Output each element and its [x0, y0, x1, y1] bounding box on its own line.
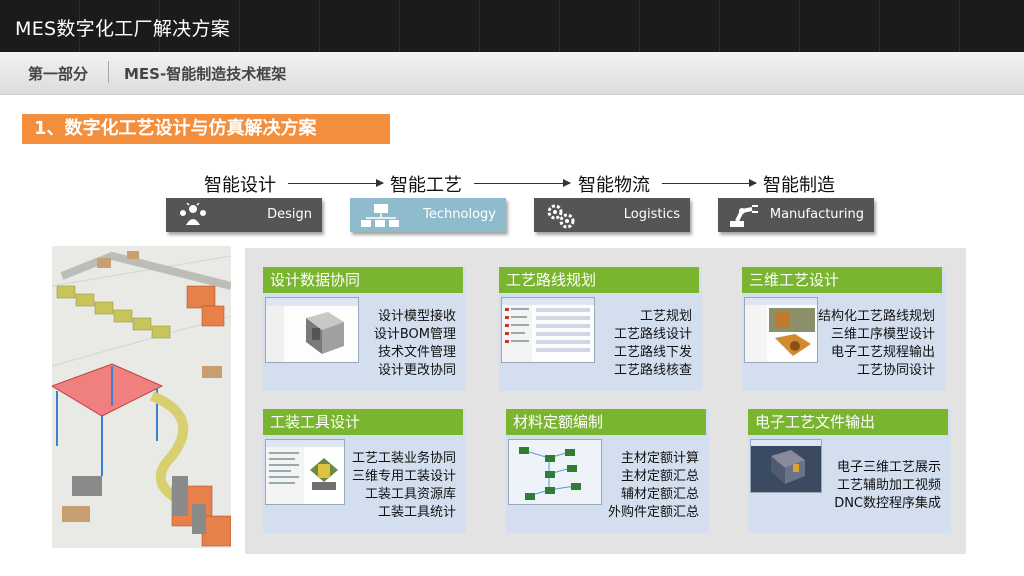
list-item: 工装工具资源库 — [364, 487, 456, 502]
list-item: 三维专用工装设计 — [351, 469, 456, 484]
electronic-doc-screenshot — [750, 439, 822, 493]
flow-step-technology-label: 智能工艺 — [390, 175, 462, 196]
app-title: MES数字化工厂解决方案 — [15, 18, 231, 40]
list-item: 工艺规划 — [639, 309, 692, 324]
list-item: 设计模型接收 — [377, 309, 456, 324]
list-item: 三维工序模型设计 — [830, 327, 935, 342]
list-item: 工艺路线核查 — [613, 363, 692, 378]
list-item: 主材定额汇总 — [620, 469, 699, 484]
list-item: 外购件定额汇总 — [607, 505, 699, 520]
card-items: 工艺工装业务协同 三维专用工装设计 工装工具资源库 工装工具统计 — [352, 450, 456, 522]
list-item: 电子三维工艺展示 — [836, 460, 941, 475]
manufacturing-box: Manufacturing — [718, 198, 874, 232]
card-items: 工艺规划 工艺路线设计 工艺路线下发 工艺路线核查 — [614, 308, 692, 380]
material-quota-screenshot — [508, 439, 602, 505]
process-route-screenshot — [501, 297, 595, 363]
card-material-quota: 材料定额编制 主材定额计算 主材定额汇总 辅材定额汇总 外购件定额汇总 — [506, 409, 709, 533]
list-item: 结构化工艺路线规划 — [817, 309, 935, 324]
card-items: 主材定额计算 主材定额汇总 辅材定额汇总 外购件定额汇总 — [608, 450, 699, 522]
card-electronic-doc-output: 电子工艺文件输出 电子三维工艺展示 工艺辅助加工视频 DNC数控程序集成 — [748, 409, 951, 533]
breadcrumb-divider — [108, 61, 109, 83]
card-process-route-planning: 工艺路线规划 工艺规划 工艺路线设计 工艺路线下发 工艺路线核查 — [499, 267, 702, 391]
list-item: 电子工艺规程输出 — [830, 345, 935, 360]
logistics-box-label: Logistics — [623, 207, 680, 222]
card-title: 三维工艺设计 — [742, 267, 942, 293]
card-title: 工艺路线规划 — [499, 267, 699, 293]
flow-step-logistics-label: 智能物流 — [578, 175, 650, 196]
list-item: 技术文件管理 — [377, 345, 456, 360]
part-subtitle: MES-智能制造技术框架 — [124, 65, 287, 83]
flow-arrow-1 — [288, 179, 384, 187]
design-box: Design — [166, 198, 322, 232]
flow-step-design-label: 智能设计 — [204, 175, 276, 196]
list-item: 工艺辅助加工视频 — [836, 478, 941, 493]
card-items: 设计模型接收 设计BOM管理 技术文件管理 设计更改协同 — [374, 308, 456, 380]
list-item: 工艺路线下发 — [613, 345, 692, 360]
card-items: 结构化工艺路线规划 三维工序模型设计 电子工艺规程输出 工艺协同设计 — [818, 308, 935, 380]
list-item: 设计BOM管理 — [373, 327, 456, 342]
top-bar: MES数字化工厂解决方案 — [0, 0, 1024, 52]
list-item: DNC数控程序集成 — [834, 496, 941, 511]
card-tooling-design: 工装工具设计 工艺工装业务协同 三维专用工装设计 工装工具资源库 工装工具统计 — [263, 409, 466, 533]
list-item: 辅材定额汇总 — [620, 487, 699, 502]
list-item: 工艺路线设计 — [613, 327, 692, 342]
list-item: 工装工具统计 — [377, 505, 456, 520]
card-items: 电子三维工艺展示 工艺辅助加工视频 DNC数控程序集成 — [834, 459, 941, 513]
card-3d-process-design: 三维工艺设计 结构化工艺路线规划 三维工序模型设计 电子工艺规程输出 工艺协同设… — [742, 267, 945, 391]
3d-process-screenshot — [744, 297, 818, 363]
technology-box-label: Technology — [423, 207, 496, 222]
logistics-box: Logistics — [534, 198, 690, 232]
list-item: 主材定额计算 — [620, 451, 699, 466]
section-breadcrumb: 第一部分 MES-智能制造技术框架 — [0, 52, 1024, 95]
tooling-screenshot — [265, 439, 345, 505]
card-title: 设计数据协同 — [263, 267, 463, 293]
flow-arrow-3 — [662, 179, 757, 187]
technology-box: Technology — [350, 198, 506, 232]
factory-illustration — [52, 246, 231, 548]
list-item: 工艺工装业务协同 — [351, 451, 456, 466]
card-title: 工装工具设计 — [263, 409, 463, 435]
part-label: 第一部分 — [28, 65, 89, 83]
network-icon — [360, 203, 400, 233]
list-item: 工艺协同设计 — [856, 363, 935, 378]
card-design-data-collaboration: 设计数据协同 设计模型接收 设计BOM管理 技术文件管理 设计更改协同 — [263, 267, 466, 391]
gears-icon — [544, 203, 578, 233]
design-box-label: Design — [267, 207, 312, 222]
card-title: 材料定额编制 — [506, 409, 706, 435]
flow-arrow-2 — [474, 179, 571, 187]
manufacturing-box-label: Manufacturing — [769, 207, 864, 222]
section-title: 1、数字化工艺设计与仿真解决方案 — [22, 114, 390, 144]
card-title: 电子工艺文件输出 — [748, 409, 948, 435]
people-idea-icon — [176, 201, 210, 231]
list-item: 设计更改协同 — [377, 363, 456, 378]
cad-model-screenshot — [265, 297, 359, 363]
flow-step-manufacturing-label: 智能制造 — [763, 175, 835, 196]
robot-arm-icon — [728, 203, 762, 233]
